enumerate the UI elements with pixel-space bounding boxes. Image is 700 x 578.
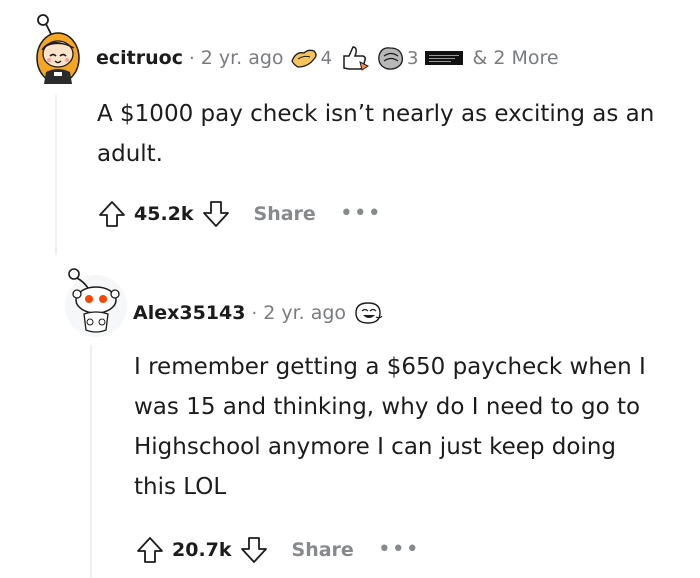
upvote-arrow-icon: [99, 201, 125, 227]
user-avatar-icon: [36, 14, 80, 84]
meta-separator: ·: [251, 302, 258, 324]
award-count: 3: [407, 47, 419, 69]
comment-1-meta: ecitruoc · 2 yr. ago 4 3 & 2 More: [96, 42, 559, 74]
meta-separator: ·: [188, 47, 195, 69]
comment-1-body: A $1000 pay check isn’t nearly as exciti…: [97, 101, 655, 167]
award-hands[interactable]: 4: [290, 45, 332, 71]
avatar-alex35143[interactable]: [64, 262, 128, 340]
award-wholesome-sign[interactable]: [424, 46, 464, 70]
wholesome-sign-award-icon: [425, 51, 464, 65]
share-button[interactable]: Share: [254, 203, 316, 225]
upvote-arrow-icon: [137, 537, 163, 563]
downvote-arrow-icon: [240, 537, 267, 563]
username[interactable]: Alex35143: [133, 302, 245, 324]
award-laughing-face[interactable]: [352, 299, 384, 327]
vote-score: 45.2k: [134, 203, 194, 225]
comment-2-actions: 20.7k Share •••: [130, 530, 420, 570]
laughing-face-award-icon: [355, 302, 383, 324]
downvote-button[interactable]: [234, 530, 274, 570]
more-awards-link[interactable]: & 2 More: [472, 47, 558, 69]
downvote-arrow-icon: [202, 201, 229, 227]
award-count: 4: [320, 47, 333, 69]
hands-award-icon: [290, 49, 317, 68]
comment-2-body: I remember getting a $650 paycheck when …: [134, 354, 646, 500]
hug-award-icon: [378, 47, 404, 70]
share-button[interactable]: Share: [292, 539, 354, 561]
award-hug[interactable]: 3: [376, 44, 418, 72]
thread-line-comment-2[interactable]: [90, 345, 92, 578]
snoo-avatar-icon: [65, 268, 127, 337]
award-thumbs-up[interactable]: [338, 44, 370, 72]
comment-age[interactable]: 2 yr. ago: [263, 302, 346, 324]
comment-1-actions: 45.2k Share •••: [92, 194, 382, 234]
thumbs-up-award-icon: [343, 46, 370, 71]
avatar-ecitruoc[interactable]: [28, 12, 88, 86]
more-options-button[interactable]: •••: [378, 539, 420, 561]
upvote-button[interactable]: [92, 194, 132, 234]
username[interactable]: ecitruoc: [96, 47, 183, 69]
comment-age[interactable]: 2 yr. ago: [201, 47, 284, 69]
thread-line-comment-1[interactable]: [55, 95, 57, 255]
upvote-button[interactable]: [130, 530, 170, 570]
vote-score: 20.7k: [172, 539, 232, 561]
more-options-button[interactable]: •••: [340, 203, 382, 225]
comment-2-meta: Alex35143 · 2 yr. ago: [133, 297, 384, 329]
downvote-button[interactable]: [196, 194, 236, 234]
